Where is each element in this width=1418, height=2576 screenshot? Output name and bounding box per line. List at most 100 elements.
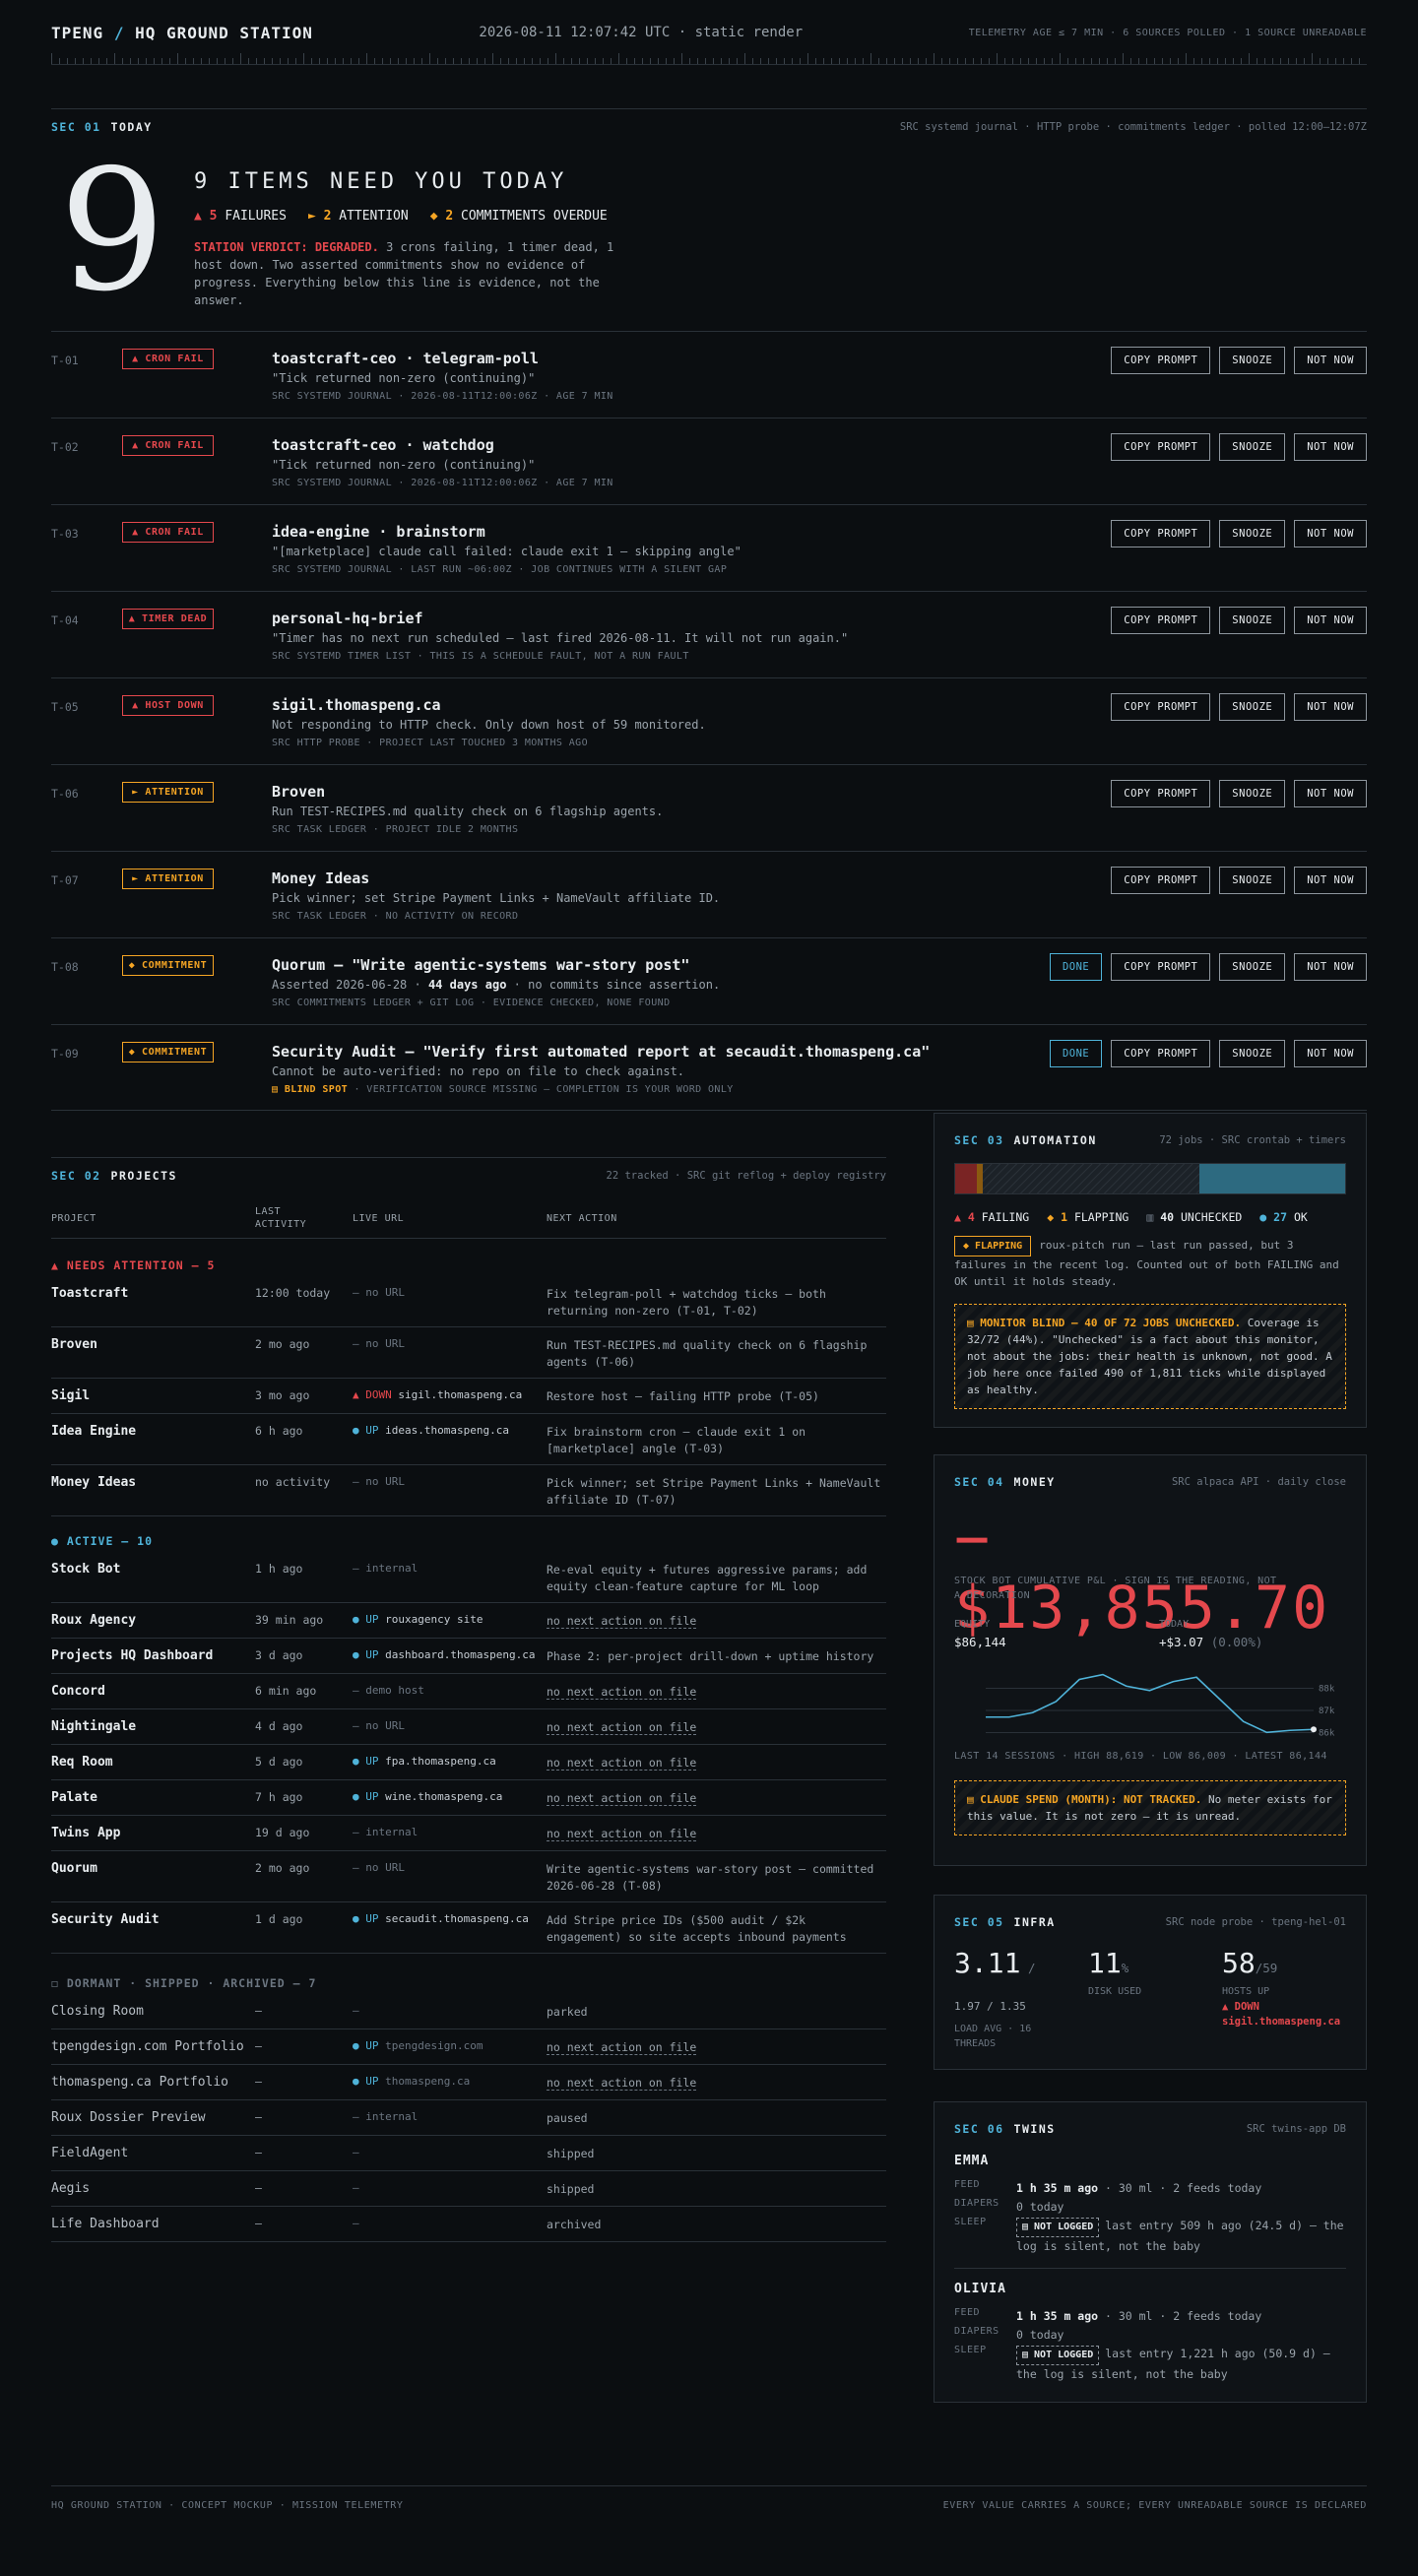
snooze-button[interactable]: SNOOZE	[1219, 433, 1286, 461]
project-name: Twins App	[51, 1826, 121, 1840]
live-url[interactable]: ● UP rouxagency site	[353, 1613, 483, 1626]
not-now-button[interactable]: NOT NOW	[1294, 347, 1367, 374]
live-url[interactable]: —	[353, 2181, 359, 2194]
snooze-button[interactable]: SNOOZE	[1219, 867, 1286, 894]
snooze-button[interactable]: SNOOZE	[1219, 607, 1286, 634]
live-url[interactable]: ● UP secaudit.thomaspeng.ca	[353, 1912, 529, 1925]
table-row[interactable]: Toastcraft 12:00 today — no URL Fix telegra…	[51, 1276, 886, 1327]
copy-prompt-button[interactable]: COPY PROMPT	[1111, 607, 1211, 634]
item-title: Quorum — "Write agentic-systems war-stor…	[272, 956, 690, 974]
live-url[interactable]: — no URL	[353, 1861, 405, 1874]
project-name: Roux Dossier Preview	[51, 2110, 206, 2125]
item-id: T-03	[51, 527, 79, 541]
triage-item: T-08 ◆ COMMITMENT Quorum — "Write agentic-…	[51, 937, 1367, 1024]
next-action: no next action on file	[547, 1756, 697, 1771]
live-url[interactable]: — no URL	[353, 1719, 405, 1732]
project-name: Money Ideas	[51, 1475, 137, 1490]
equity-chart: 88k 87k 86k	[985, 1673, 1335, 1739]
item-actions: COPY PROMPT SNOOZE NOT NOW	[1111, 607, 1367, 634]
live-url[interactable]: —	[353, 2217, 359, 2229]
table-row[interactable]: tpengdesign.com Portfolio — ● UP tpengdesi…	[51, 2029, 886, 2065]
table-row[interactable]: Security Audit 1 d ago ● UP secaudit.thoma…	[51, 1902, 886, 1954]
table-row[interactable]: Projects HQ Dashboard 3 d ago ● UP dashboa…	[51, 1639, 886, 1674]
live-url[interactable]: —	[353, 2004, 359, 2017]
live-url[interactable]: — no URL	[353, 1337, 405, 1350]
col-last-activity: LAST ACTIVITY	[255, 1206, 307, 1230]
next-action: Fix brainstorm cron — claude exit 1 on […	[547, 1425, 806, 1455]
snooze-button[interactable]: SNOOZE	[1219, 1040, 1286, 1067]
live-url[interactable]: — no URL	[353, 1475, 405, 1488]
table-row[interactable]: Idea Engine 6 h ago ● UP ideas.thomaspeng.…	[51, 1414, 886, 1465]
not-now-button[interactable]: NOT NOW	[1294, 607, 1367, 634]
snooze-button[interactable]: SNOOZE	[1219, 693, 1286, 721]
table-row[interactable]: Closing Room — — parked	[51, 1994, 886, 2029]
item-source: SRC SYSTEMD TIMER LIST · THIS IS A SCHED…	[272, 651, 689, 662]
project-name: Toastcraft	[51, 1286, 129, 1301]
automation-header: SEC 03 AUTOMATION 72 jobs · SRC crontab +…	[954, 1133, 1346, 1147]
live-url[interactable]: — internal	[353, 2110, 418, 2123]
snooze-button[interactable]: SNOOZE	[1219, 780, 1286, 807]
snooze-button[interactable]: SNOOZE	[1219, 953, 1286, 981]
live-url[interactable]: ● UP dashboard.thomaspeng.ca	[353, 1648, 535, 1661]
copy-prompt-button[interactable]: COPY PROMPT	[1111, 693, 1211, 721]
copy-prompt-button[interactable]: COPY PROMPT	[1111, 433, 1211, 461]
not-now-button[interactable]: NOT NOW	[1294, 780, 1367, 807]
table-row[interactable]: Quorum 2 mo ago — no URL Write agentic-syst…	[51, 1851, 886, 1902]
live-url[interactable]: ● UP thomaspeng.ca	[353, 2075, 470, 2088]
not-now-button[interactable]: NOT NOW	[1294, 693, 1367, 721]
table-row[interactable]: Concord 6 min ago — demo host no next actio…	[51, 1674, 886, 1709]
not-now-button[interactable]: NOT NOW	[1294, 867, 1367, 894]
snooze-button[interactable]: SNOOZE	[1219, 520, 1286, 547]
copy-prompt-button[interactable]: COPY PROMPT	[1111, 867, 1211, 894]
table-row[interactable]: Broven 2 mo ago — no URL Run TEST-RECIPES.m…	[51, 1327, 886, 1379]
table-row[interactable]: Palate 7 h ago ● UP wine.thomaspeng.ca no n…	[51, 1780, 886, 1816]
table-row[interactable]: Roux Dossier Preview — — internal paused	[51, 2100, 886, 2136]
next-action: shipped	[547, 2182, 595, 2196]
item-id: T-04	[51, 613, 79, 627]
item-source: SRC HTTP PROBE · PROJECT LAST TOUCHED 3 …	[272, 738, 589, 748]
today-headline: 9 ITEMS NEED YOU TODAY	[194, 169, 568, 194]
done-button[interactable]: DONE	[1049, 953, 1103, 981]
live-url[interactable]: ● UP fpa.thomaspeng.ca	[353, 1755, 496, 1768]
live-url[interactable]: ▲ DOWN sigil.thomaspeng.ca	[353, 1388, 522, 1401]
table-row[interactable]: Money Ideas no activity — no URL Pick winne…	[51, 1465, 886, 1516]
table-row[interactable]: Twins App 19 d ago — internal no next actio…	[51, 1816, 886, 1851]
table-row[interactable]: Aegis — — shipped	[51, 2171, 886, 2207]
table-row[interactable]: Life Dashboard — — archived	[51, 2207, 886, 2242]
table-row[interactable]: Stock Bot 1 h ago — internal Re-eval equity…	[51, 1552, 886, 1603]
footer: HQ GROUND STATION · CONCEPT MOCKUP · MIS…	[51, 2485, 1367, 2511]
table-row[interactable]: FieldAgent — — shipped	[51, 2136, 886, 2171]
not-now-button[interactable]: NOT NOW	[1294, 520, 1367, 547]
live-url[interactable]: ● UP wine.thomaspeng.ca	[353, 1790, 502, 1803]
copy-prompt-button[interactable]: COPY PROMPT	[1111, 953, 1211, 981]
last-activity: 1 d ago	[255, 1912, 303, 1926]
live-url[interactable]: — internal	[353, 1826, 418, 1838]
live-url[interactable]: — internal	[353, 1562, 418, 1575]
live-url[interactable]: — no URL	[353, 1286, 405, 1299]
not-now-button[interactable]: NOT NOW	[1294, 953, 1367, 981]
not-now-button[interactable]: NOT NOW	[1294, 1040, 1367, 1067]
table-row[interactable]: Roux Agency 39 min ago ● UP rouxagency sit…	[51, 1603, 886, 1639]
copy-prompt-button[interactable]: COPY PROMPT	[1111, 1040, 1211, 1067]
live-url[interactable]: ● UP tpengdesign.com	[353, 2039, 483, 2052]
copy-prompt-button[interactable]: COPY PROMPT	[1111, 520, 1211, 547]
table-row[interactable]: Sigil 3 mo ago ▲ DOWN sigil.thomaspeng.ca R…	[51, 1379, 886, 1414]
copy-prompt-button[interactable]: COPY PROMPT	[1111, 780, 1211, 807]
disk-used: 11%	[1088, 1947, 1129, 1979]
status-badge: ▲ HOST DOWN	[122, 695, 214, 716]
table-row[interactable]: Req Room 5 d ago ● UP fpa.thomaspeng.ca no …	[51, 1745, 886, 1780]
table-row[interactable]: Nightingale 4 d ago — no URL no next action…	[51, 1709, 886, 1745]
not-now-button[interactable]: NOT NOW	[1294, 433, 1367, 461]
live-url[interactable]: —	[353, 2146, 359, 2158]
done-button[interactable]: DONE	[1049, 1040, 1103, 1067]
snooze-button[interactable]: SNOOZE	[1219, 347, 1286, 374]
y-tick-label: 86k	[1319, 1729, 1335, 1739]
live-url[interactable]: ● UP ideas.thomaspeng.ca	[353, 1424, 509, 1437]
live-url[interactable]: — demo host	[353, 1684, 424, 1697]
last-activity: no activity	[255, 1475, 331, 1489]
next-action: no next action on file	[547, 1685, 697, 1700]
table-row[interactable]: thomaspeng.ca Portfolio — ● UP thomaspeng.…	[51, 2065, 886, 2100]
twins-header: SEC 06 TWINS SRC twins-app DB	[954, 2122, 1346, 2136]
copy-prompt-button[interactable]: COPY PROMPT	[1111, 347, 1211, 374]
project-name: FieldAgent	[51, 2146, 129, 2160]
